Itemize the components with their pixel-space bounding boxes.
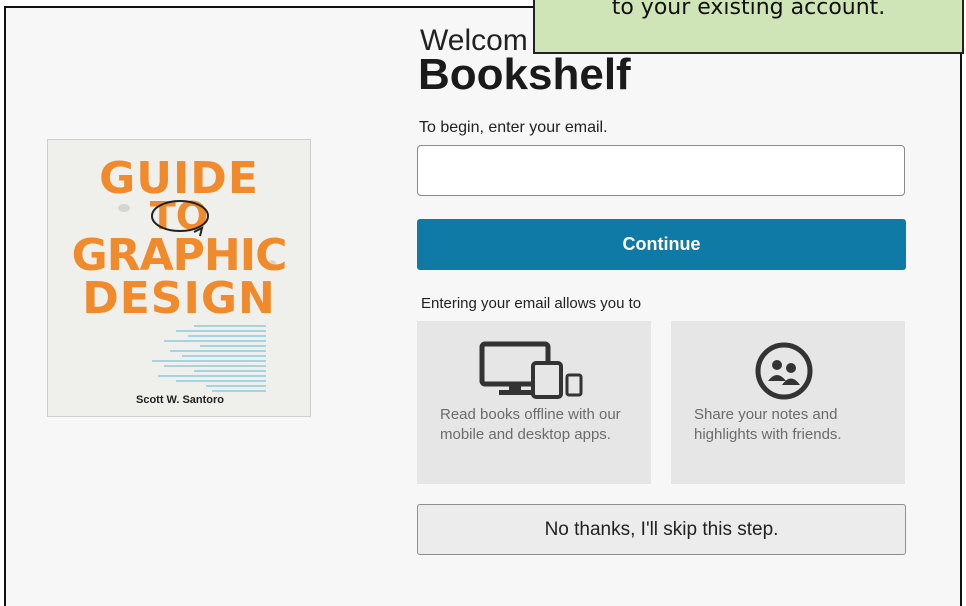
benefits-heading: Entering your email allows you to: [421, 295, 642, 312]
annotation-callout: to your existing account.: [533, 0, 964, 54]
benefit-card-share: Share your notes and highlights with fri…: [671, 321, 905, 484]
cover-title-line: GRAPHIC: [71, 230, 288, 281]
benefit-text: Read books offline with our mobile and d…: [440, 406, 621, 443]
cover-contents: [146, 322, 266, 395]
book-cover: GUIDE TO GRAPHIC DESIGN Scott W. Santoro: [47, 139, 311, 417]
devices-icon: [479, 341, 583, 399]
benefit-card-offline: Read books offline with our mobile and d…: [417, 321, 651, 484]
email-prompt: To begin, enter your email.: [419, 119, 608, 136]
skip-button[interactable]: No thanks, I'll skip this step.: [417, 504, 906, 555]
benefit-text: Share your notes and highlights with fri…: [694, 406, 842, 443]
email-field[interactable]: [417, 145, 905, 196]
page-title: Bookshelf: [418, 50, 631, 99]
continue-button[interactable]: Continue: [417, 219, 906, 270]
cover-author: Scott W. Santoro: [136, 394, 224, 406]
cover-title-line: DESIGN: [82, 273, 276, 324]
callout-text: to your existing account.: [611, 0, 886, 20]
share-people-icon: [755, 342, 813, 400]
